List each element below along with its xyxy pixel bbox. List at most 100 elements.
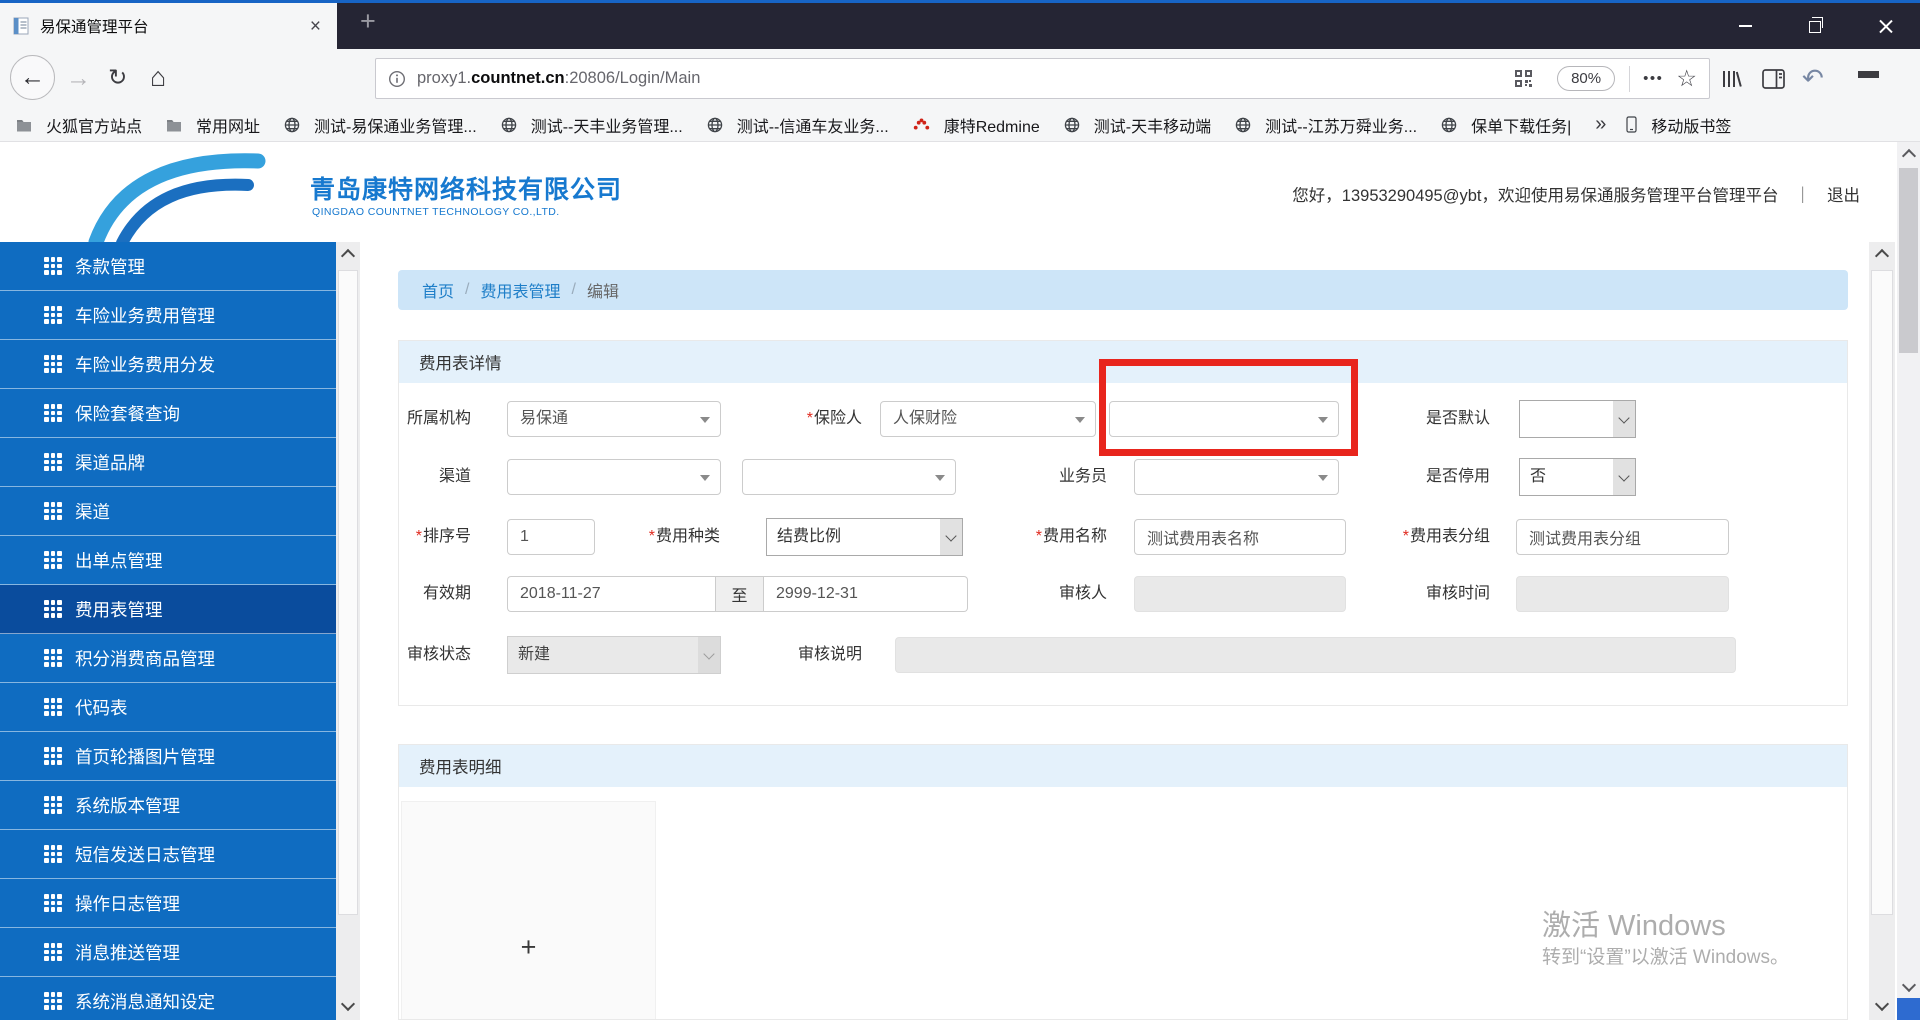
page-info-icon[interactable]: [388, 70, 406, 88]
scroll-up-icon[interactable]: [1901, 148, 1916, 164]
home-button[interactable]: ⌂: [150, 62, 166, 93]
scroll-down-icon[interactable]: [1874, 996, 1890, 1012]
scroll-down-icon[interactable]: [1901, 977, 1916, 993]
sidebar-item-label: 首页轮播图片管理: [75, 746, 215, 767]
sidebar-item[interactable]: 短信发送日志管理: [0, 830, 336, 879]
add-detail-card[interactable]: +: [401, 801, 656, 1019]
minimize-icon: [1738, 25, 1752, 27]
channel-select-2[interactable]: [742, 459, 956, 495]
forward-button[interactable]: →: [66, 64, 91, 93]
browser-tab[interactable]: 易保通管理平台 ×: [0, 3, 337, 49]
tab-close-icon[interactable]: ×: [306, 15, 325, 38]
globe-icon: [707, 117, 730, 133]
menu-grid-icon: [44, 698, 62, 716]
bookmark-label: 测试-易保通业务管理...: [314, 118, 477, 136]
restore-button[interactable]: [1780, 3, 1850, 49]
channel-select-1[interactable]: [507, 459, 721, 495]
caret-down-icon: [700, 475, 710, 481]
url-text[interactable]: proxy1.countnet.cn:20806/Login/Main: [417, 69, 1515, 88]
breadcrumb-link[interactable]: 首页: [422, 278, 454, 302]
caret-down-icon: [1318, 417, 1328, 423]
panel-title: 费用表明细: [399, 745, 1847, 787]
sidebar-item[interactable]: 系统消息通知设定: [0, 977, 336, 1020]
stop-select[interactable]: 否: [1519, 458, 1636, 496]
bookmark-item[interactable]: 火狐官方站点: [16, 113, 142, 137]
valid-to-input[interactable]: [764, 576, 968, 612]
sidebar-item[interactable]: 车险业务费用管理: [0, 291, 336, 340]
scroll-down-icon[interactable]: [340, 996, 356, 1012]
sidebar-item[interactable]: 出单点管理: [0, 536, 336, 585]
sidebar-item[interactable]: 保险套餐查询: [0, 389, 336, 438]
sidebar-item[interactable]: 积分消费商品管理: [0, 634, 336, 683]
sidebar-item-label: 系统消息通知设定: [75, 991, 215, 1012]
library-button[interactable]: [1720, 49, 1742, 108]
back-button[interactable]: ←: [10, 55, 55, 100]
caret-down-icon: [935, 475, 945, 481]
browser-scrollbar[interactable]: [1897, 142, 1920, 1020]
new-tab-button[interactable]: +: [352, 6, 384, 37]
bookmark-item[interactable]: 测试-易保通业务管理...: [284, 113, 477, 137]
insurer-select[interactable]: 人保财险: [880, 401, 1096, 437]
menu-grid-icon: [44, 747, 62, 765]
scrollbar-thumb[interactable]: [338, 270, 358, 915]
scrollbar-thumb[interactable]: [1899, 168, 1918, 353]
scroll-up-icon[interactable]: [340, 248, 356, 264]
menu-button[interactable]: [1858, 49, 1879, 108]
sidebar-item[interactable]: 费用表管理: [0, 585, 336, 634]
bookmark-item[interactable]: 移动版书签: [1626, 113, 1731, 137]
sidebar-item[interactable]: 操作日志管理: [0, 879, 336, 928]
welcome-bar: 您好，13953290495@ybt，欢迎使用易保通服务管理平台管理平台 ｜ 退…: [1292, 182, 1860, 206]
reload-button[interactable]: ↻: [108, 64, 127, 91]
minimize-button[interactable]: [1710, 3, 1780, 49]
default-select[interactable]: [1519, 400, 1636, 438]
close-button[interactable]: [1850, 3, 1920, 49]
bookmark-star-icon[interactable]: ☆: [1676, 65, 1697, 92]
bookmark-item[interactable]: 测试--江苏万舜业务...: [1235, 113, 1417, 137]
zoom-level-button[interactable]: 80%: [1557, 66, 1616, 91]
sidebar-item-label: 消息推送管理: [75, 942, 180, 963]
bookmark-item[interactable]: 测试-天丰移动端: [1064, 113, 1211, 137]
qr-scan-icon[interactable]: [1515, 70, 1533, 87]
logout-link[interactable]: 退出: [1827, 182, 1860, 206]
breadcrumb-link[interactable]: 费用表管理: [480, 278, 560, 302]
redmine-icon: [913, 118, 937, 131]
sidebar-item-label: 车险业务费用分发: [75, 354, 215, 375]
sidebar-scrollbar[interactable]: [336, 242, 360, 1020]
folder-icon: [16, 118, 39, 132]
feetype-select[interactable]: 结费比例: [766, 518, 963, 556]
sidebar-item[interactable]: 渠道: [0, 487, 336, 536]
sidebar-item[interactable]: 系统版本管理: [0, 781, 336, 830]
url-bar[interactable]: proxy1.countnet.cn:20806/Login/Main 80% …: [375, 58, 1710, 99]
undo-button[interactable]: ↶: [1802, 49, 1824, 108]
insurer-branch-select[interactable]: [1109, 401, 1339, 437]
bookmarks-overflow-icon[interactable]: »: [1595, 113, 1606, 136]
scrollbar-thumb[interactable]: [1871, 270, 1893, 915]
auditor-label: 审核人: [1058, 585, 1107, 602]
auditnote-input: [895, 637, 1736, 673]
content-scrollbar[interactable]: [1869, 242, 1895, 1020]
org-select[interactable]: 易保通: [507, 401, 721, 437]
bookmark-item[interactable]: 测试--天丰业务管理...: [501, 113, 683, 137]
bookmark-item[interactable]: 保单下载任务|: [1441, 113, 1571, 137]
sidebar-item[interactable]: 消息推送管理: [0, 928, 336, 977]
bookmark-label: 保单下载任务|: [1471, 118, 1572, 136]
page-actions-icon[interactable]: •••: [1643, 70, 1663, 87]
sidebar-item[interactable]: 渠道品牌: [0, 438, 336, 487]
bookmark-item[interactable]: 测试--信通车友业务...: [707, 113, 889, 137]
salesman-select[interactable]: [1134, 459, 1339, 495]
sidebars-button[interactable]: [1762, 49, 1785, 108]
phone-icon: [1626, 116, 1644, 133]
sort-input[interactable]: [507, 519, 595, 555]
audittime-input: [1516, 576, 1729, 612]
scroll-up-icon[interactable]: [1874, 248, 1890, 264]
valid-from-input[interactable]: [507, 576, 715, 612]
sidebar-item[interactable]: 代码表: [0, 683, 336, 732]
sidebar-item[interactable]: 条款管理: [0, 242, 336, 291]
bookmark-item[interactable]: 康特Redmine: [913, 113, 1040, 137]
bookmark-item[interactable]: 常用网址: [166, 113, 260, 137]
sidebar-item[interactable]: 车险业务费用分发: [0, 340, 336, 389]
sidebar-item[interactable]: 首页轮播图片管理: [0, 732, 336, 781]
feename-input[interactable]: [1134, 519, 1346, 555]
feegroup-input[interactable]: [1516, 519, 1729, 555]
chevron-down-icon: [1618, 411, 1630, 424]
